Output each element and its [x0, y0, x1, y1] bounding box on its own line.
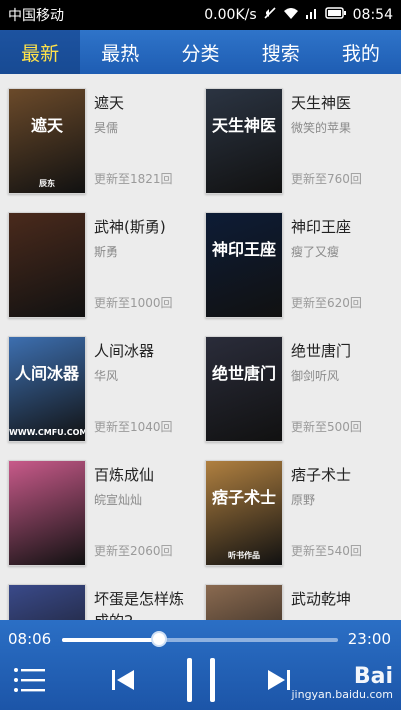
book-meta: 神印王座瘦了又瘦更新至620回: [291, 216, 387, 310]
book-meta: 坏蛋是怎样炼成的2: [94, 588, 190, 620]
current-time: 08:06: [8, 630, 52, 648]
cover-title: 遮天: [30, 116, 63, 135]
book-title: 绝世唐门: [291, 342, 352, 360]
next-icon: [266, 667, 292, 697]
book-author: 微笑的苹果: [291, 121, 352, 135]
book-cover: 天生神医: [205, 88, 283, 194]
book-meta: 武神(斯勇) 斯勇更新至1000回: [94, 216, 190, 310]
cover-subtitle: WWW.CMFU.COM: [9, 428, 86, 437]
book-list: 遮天 辰东 遮天 昊儒 更新至1821回 天生神医 天生神医 微笑的苹果 更新至760回 武神(斯…: [0, 74, 401, 620]
previous-icon: [110, 667, 136, 697]
book-author: 斯勇: [94, 245, 119, 259]
book-update-status: 更新至620回: [291, 296, 362, 310]
book-title: 武动乾坤: [291, 590, 352, 608]
book-card[interactable]: 武神(斯勇) 斯勇更新至1000回: [0, 198, 190, 318]
book-card[interactable]: 天生神医 天生神医 微笑的苹果 更新至760回: [197, 74, 387, 194]
previous-button[interactable]: [106, 658, 140, 706]
book-author: 原野: [291, 493, 316, 507]
book-cover: [8, 584, 86, 620]
pause-button[interactable]: [180, 658, 222, 706]
book-title: 痞子术士: [291, 466, 352, 484]
status-right: 0.00K/s 08:54: [204, 6, 393, 24]
book-update-status: 更新至2060回: [94, 544, 173, 558]
book-update-status: 更新至540回: [291, 544, 362, 558]
book-cover: [205, 584, 283, 620]
book-card[interactable]: 坏蛋是怎样炼成的2: [0, 570, 190, 620]
book-meta: 武动乾坤: [291, 588, 387, 615]
book-author: 昊儒: [94, 121, 119, 135]
book-card[interactable]: 人间冰器 WWW.CMFU.COM 人间冰器 华风 更新至1040回: [0, 322, 190, 442]
book-cover: 遮天 辰东: [8, 88, 86, 194]
total-time: 23:00: [347, 630, 391, 648]
book-meta: 人间冰器华风更新至1040回: [94, 340, 190, 434]
cover-title: 痞子术士: [211, 488, 276, 507]
cover-subtitle: 辰东: [39, 179, 55, 188]
book-author: 华风: [94, 369, 119, 383]
audio-player: 08:06 23:00 Bai jingyan.baidu.com: [0, 620, 401, 710]
book-title: 坏蛋是怎样炼成的2: [94, 590, 185, 620]
clock: 08:54: [352, 7, 393, 23]
book-update-status: 更新至1000回: [94, 296, 173, 310]
signal-icon: [305, 6, 319, 24]
book-cover: 神印王座: [205, 212, 283, 318]
network-speed: 0.00K/s: [204, 7, 257, 23]
book-author: 皖宣灿灿: [94, 493, 143, 507]
book-update-status: 更新至760回: [291, 172, 362, 186]
playlist-button[interactable]: [10, 658, 50, 706]
book-author: 瘦了又瘦: [291, 245, 340, 259]
carrier-label: 中国移动: [8, 8, 64, 24]
book-cover: [8, 212, 86, 318]
book-meta: 绝世唐门御剑听风更新至500回: [291, 340, 387, 434]
book-meta: 遮天昊儒更新至1821回: [94, 92, 190, 186]
status-bar: 中国移动 0.00K/s 08:54: [0, 0, 401, 30]
cover-title: 人间冰器: [14, 364, 79, 383]
book-cover: 人间冰器 WWW.CMFU.COM: [8, 336, 86, 442]
watermark-url: jingyan.baidu.com: [291, 688, 393, 701]
wifi-icon: [283, 6, 299, 24]
book-meta: 百炼成仙皖宣灿灿更新至2060回: [94, 464, 190, 558]
book-title: 神印王座: [291, 218, 352, 236]
book-cover: [8, 460, 86, 566]
book-card[interactable]: 百炼成仙皖宣灿灿更新至2060回: [0, 446, 190, 566]
book-card[interactable]: 痞子术士 听书作品 痞子术士 原野 更新至540回: [197, 446, 387, 566]
book-title: 天生神医: [291, 94, 352, 112]
progress-handle[interactable]: [150, 631, 167, 647]
book-update-status: 更新至1040回: [94, 420, 173, 434]
pause-icon: [184, 657, 218, 707]
book-title: 百炼成仙: [94, 466, 155, 484]
progress-track[interactable]: [62, 638, 338, 642]
book-card[interactable]: 绝世唐门 绝世唐门 御剑听风 更新至500回: [197, 322, 387, 442]
cover-title: 天生神医: [211, 116, 276, 135]
watermark-brand: Bai: [353, 664, 393, 689]
progress-fill: [62, 638, 159, 642]
book-meta: 痞子术士原野更新至540回: [291, 464, 387, 558]
book-card[interactable]: 遮天 辰东 遮天 昊儒 更新至1821回: [0, 74, 190, 194]
watermark: Bai jingyan.baidu.com: [291, 664, 393, 702]
mute-icon: [263, 6, 277, 24]
book-card[interactable]: 武动乾坤: [197, 570, 387, 620]
list-icon: [13, 666, 47, 698]
book-author: 御剑听风: [291, 369, 340, 383]
cover-title: 绝世唐门: [211, 364, 276, 383]
book-meta: 天生神医微笑的苹果更新至760回: [291, 92, 387, 186]
category-tabs: 最新 最热 分类 搜索 我的: [0, 30, 401, 74]
book-update-status: 更新至500回: [291, 420, 362, 434]
tab-search[interactable]: 搜索: [241, 30, 321, 74]
book-card[interactable]: 神印王座 神印王座 瘦了又瘦 更新至620回: [197, 198, 387, 318]
book-title: 遮天: [94, 94, 125, 112]
tab-category[interactable]: 分类: [160, 30, 240, 74]
book-cover: 痞子术士 听书作品: [205, 460, 283, 566]
book-update-status: 更新至1821回: [94, 172, 173, 186]
cover-subtitle: 听书作品: [228, 551, 260, 560]
book-title: 人间冰器: [94, 342, 155, 360]
book-cover: 绝世唐门: [205, 336, 283, 442]
cover-title: 神印王座: [211, 240, 276, 259]
tab-mine[interactable]: 我的: [321, 30, 401, 74]
book-title: 武神(斯勇): [94, 218, 166, 236]
battery-icon: [324, 7, 347, 23]
tab-hottest[interactable]: 最热: [80, 30, 160, 74]
tab-latest[interactable]: 最新: [0, 30, 81, 74]
